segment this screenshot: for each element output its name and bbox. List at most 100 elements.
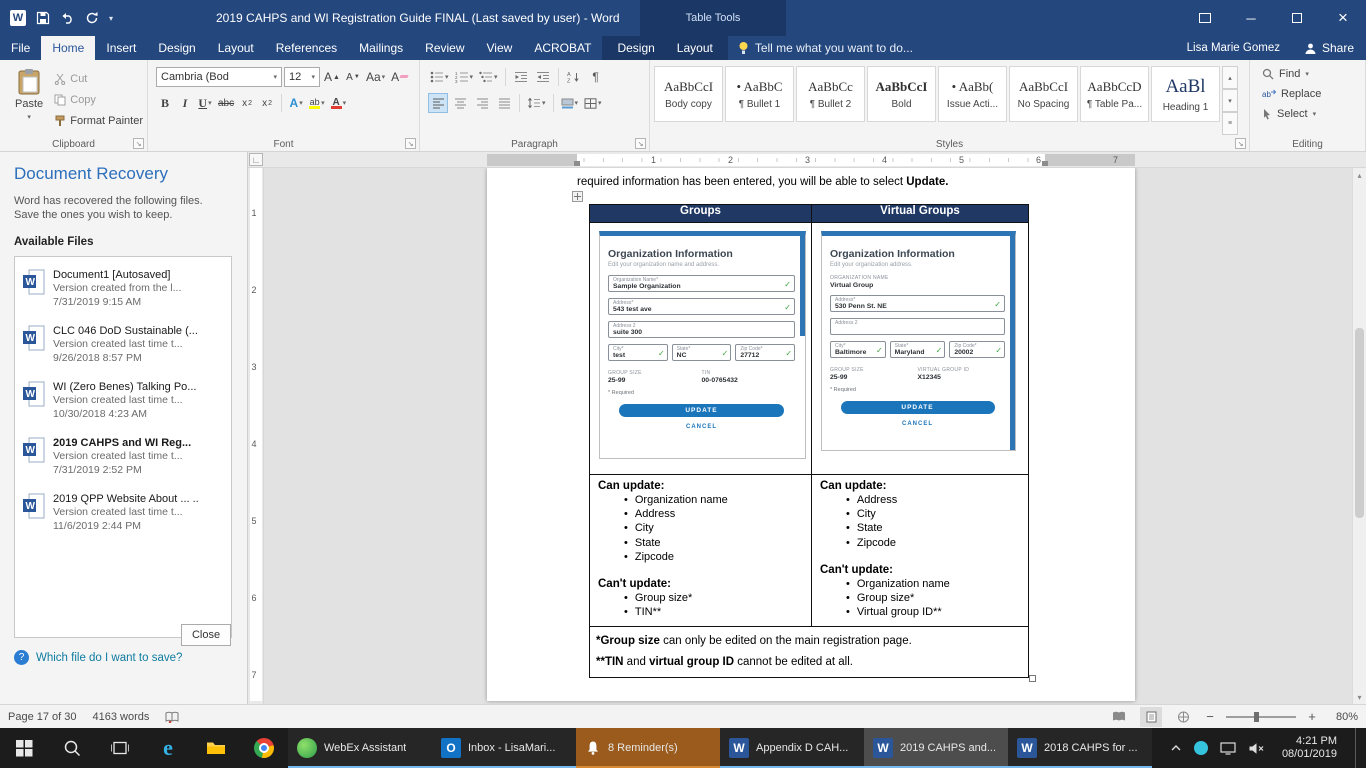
tell-me-box[interactable]: Tell me what you want to do...	[728, 36, 923, 60]
text-effects-button[interactable]: A▾	[287, 93, 305, 113]
style-table-paragraph[interactable]: AaBbCcD¶ Table Pa...	[1080, 66, 1149, 122]
indent-marker[interactable]	[1042, 161, 1048, 166]
styles-more-button[interactable]: ≡	[1222, 112, 1238, 135]
word-app-icon[interactable]: W	[10, 10, 26, 26]
tab-mailings[interactable]: Mailings	[348, 36, 414, 60]
style-body-copy[interactable]: AaBbCcIBody copy	[654, 66, 723, 122]
font-size-select[interactable]: 12▾	[284, 67, 320, 87]
clear-formatting-button[interactable]: A	[389, 67, 410, 87]
paragraph-dialog-launcher[interactable]: ↘	[635, 138, 646, 149]
paste-button[interactable]: Paste ▾	[4, 64, 54, 135]
show-desktop-button[interactable]	[1355, 728, 1360, 768]
style-bullet-1[interactable]: • AaBbC¶ Bullet 1	[725, 66, 794, 122]
copy-button[interactable]: Copy	[54, 91, 143, 109]
style-bullet-2[interactable]: AaBbCc¶ Bullet 2	[796, 66, 865, 122]
shading-button[interactable]: ▾	[559, 93, 581, 113]
numbering-button[interactable]: 123▾	[453, 67, 476, 87]
tab-table-layout[interactable]: Layout	[666, 36, 724, 60]
word-2018-cahps-taskbar-button[interactable]: W 2018 CAHPS for ...	[1008, 728, 1152, 768]
page-indicator[interactable]: Page 17 of 30	[8, 711, 77, 723]
task-view-button[interactable]	[96, 728, 144, 768]
strikethrough-button[interactable]: abc	[216, 93, 236, 113]
style-no-spacing[interactable]: AaBbCcINo Spacing	[1009, 66, 1078, 122]
word-count[interactable]: 4163 words	[93, 711, 150, 723]
decrease-font-size-button[interactable]: A▼	[344, 67, 362, 87]
styles-scroll-down-button[interactable]: ▾	[1222, 89, 1238, 112]
horizontal-ruler[interactable]: ∟ 1 2 3 4 5 6 7	[248, 152, 1366, 168]
tab-acrobat[interactable]: ACROBAT	[523, 36, 602, 60]
proofing-status-icon[interactable]	[165, 711, 179, 723]
zoom-out-button[interactable]: −	[1204, 709, 1216, 724]
align-left-button[interactable]	[428, 93, 448, 113]
chrome-button[interactable]	[240, 728, 288, 768]
taskbar-search-button[interactable]	[48, 728, 96, 768]
replace-button[interactable]: ab Replace	[1254, 84, 1361, 104]
tab-references[interactable]: References	[265, 36, 348, 60]
tray-app-icon[interactable]	[1194, 741, 1208, 755]
font-name-select[interactable]: Cambria (Bod▾	[156, 67, 282, 87]
file-explorer-button[interactable]	[192, 728, 240, 768]
tab-table-design[interactable]: Design	[606, 36, 665, 60]
bullets-button[interactable]: ▾	[428, 67, 451, 87]
zoom-slider[interactable]	[1226, 716, 1296, 718]
document-page[interactable]: required information has been entered, y…	[487, 168, 1135, 701]
tray-expand-button[interactable]	[1170, 744, 1182, 752]
outlook-taskbar-button[interactable]: O Inbox - LisaMari...	[432, 728, 576, 768]
tray-display-icon[interactable]	[1220, 742, 1236, 755]
styles-scroll-up-button[interactable]: ▴	[1222, 66, 1238, 89]
style-bold[interactable]: AaBbCcIBold	[867, 66, 936, 122]
redo-button[interactable]	[85, 11, 99, 25]
save-button[interactable]	[36, 11, 50, 25]
tab-file[interactable]: File	[0, 36, 41, 60]
qat-customize-button[interactable]: ▾	[109, 14, 113, 23]
maximize-button[interactable]	[1274, 0, 1320, 36]
table-move-handle[interactable]	[572, 191, 583, 202]
tray-volume-muted-icon[interactable]	[1248, 742, 1264, 755]
start-button[interactable]	[0, 728, 48, 768]
scrollbar-thumb[interactable]	[1355, 328, 1364, 518]
close-button[interactable]: ×	[1320, 0, 1366, 36]
tab-view[interactable]: View	[476, 36, 524, 60]
style-issue-action[interactable]: • AaBb(Issue Acti...	[938, 66, 1007, 122]
decrease-indent-button[interactable]	[511, 67, 531, 87]
table-resize-handle[interactable]	[1029, 675, 1036, 682]
borders-button[interactable]: ▾	[582, 93, 604, 113]
edge-button[interactable]: e	[144, 728, 192, 768]
bold-button[interactable]: B	[156, 93, 174, 113]
cut-button[interactable]: Cut	[54, 70, 143, 88]
underline-button[interactable]: U▾	[196, 93, 214, 113]
highlight-color-button[interactable]: ab▾	[307, 93, 327, 113]
vertical-scrollbar[interactable]: ▴ ▾	[1352, 168, 1366, 704]
tab-selector[interactable]: ∟	[249, 153, 263, 166]
font-color-button[interactable]: A▾	[329, 93, 349, 113]
align-center-button[interactable]	[450, 93, 470, 113]
superscript-button[interactable]: x2	[258, 93, 276, 113]
format-painter-button[interactable]: Format Painter	[54, 112, 143, 130]
recovered-file-item[interactable]: W 2019 QPP Website About ... ..Version c…	[15, 485, 231, 541]
minimize-button[interactable]: ─	[1228, 0, 1274, 36]
zoom-slider-thumb[interactable]	[1254, 712, 1259, 722]
undo-button[interactable]	[60, 12, 75, 24]
read-mode-button[interactable]	[1108, 707, 1130, 727]
align-right-button[interactable]	[472, 93, 492, 113]
word-2019-cahps-taskbar-button[interactable]: W 2019 CAHPS and...	[864, 728, 1008, 768]
ribbon-display-options-icon[interactable]	[1182, 0, 1228, 36]
recovered-file-item[interactable]: W WI (Zero Benes) Talking Po...Version c…	[15, 373, 231, 429]
print-layout-button[interactable]	[1140, 707, 1162, 727]
tab-layout[interactable]: Layout	[207, 36, 265, 60]
word-appendix-taskbar-button[interactable]: W Appendix D CAH...	[720, 728, 864, 768]
recovered-file-item[interactable]: W 2019 CAHPS and WI Reg...Version create…	[15, 429, 231, 485]
select-button[interactable]: Select▾	[1254, 104, 1361, 124]
scroll-down-arrow[interactable]: ▾	[1353, 690, 1366, 704]
zoom-level[interactable]: 80%	[1328, 711, 1358, 723]
web-layout-button[interactable]	[1172, 707, 1194, 727]
scroll-up-arrow[interactable]: ▴	[1353, 168, 1366, 182]
font-dialog-launcher[interactable]: ↘	[405, 138, 416, 149]
indent-marker[interactable]	[574, 161, 580, 166]
style-heading-1[interactable]: AaBlHeading 1	[1151, 66, 1220, 122]
line-spacing-button[interactable]: ▾	[525, 93, 548, 113]
increase-indent-button[interactable]	[533, 67, 553, 87]
subscript-button[interactable]: x2	[238, 93, 256, 113]
justify-button[interactable]	[494, 93, 514, 113]
clipboard-dialog-launcher[interactable]: ↘	[133, 138, 144, 149]
